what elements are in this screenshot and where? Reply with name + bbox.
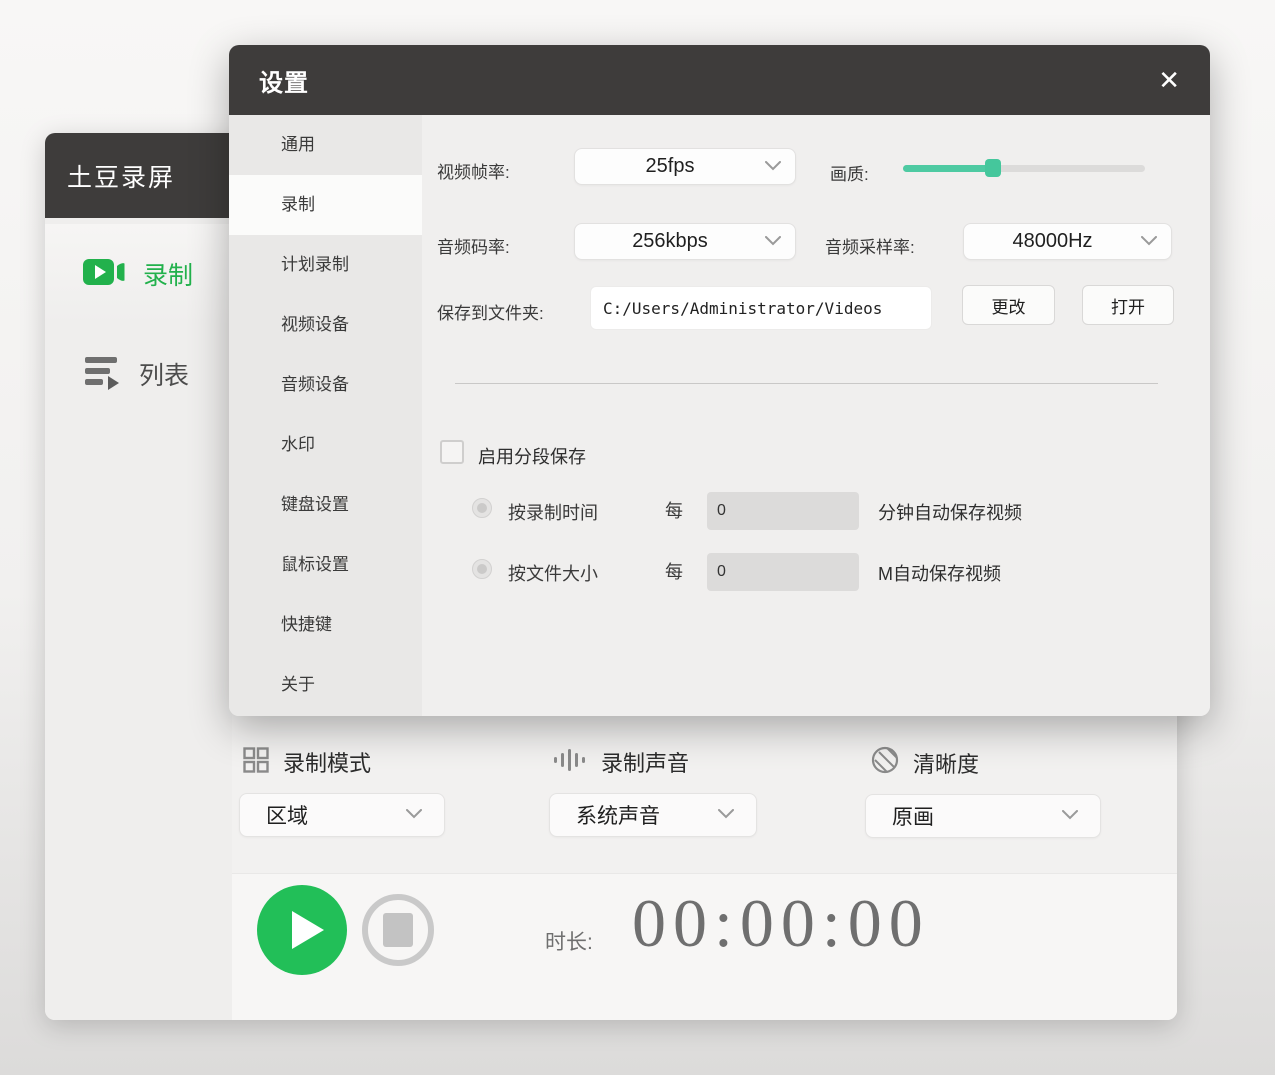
by-time-suffix: 分钟自动保存视频 (878, 499, 1022, 525)
segment-save-label: 启用分段保存 (478, 443, 586, 469)
tab-键盘设置[interactable]: 键盘设置 (229, 475, 422, 535)
change-folder-button[interactable]: 更改 (962, 285, 1055, 325)
chevron-down-icon (406, 806, 422, 824)
audio-bitrate-dropdown[interactable]: 256kbps (574, 223, 796, 260)
by-time-label: 按录制时间 (508, 499, 598, 525)
sample-rate-dropdown[interactable]: 48000Hz (963, 223, 1172, 260)
tab-快捷键[interactable]: 快捷键 (229, 595, 422, 655)
recording-mode-value: 区域 (266, 800, 308, 830)
clarity-group: 清晰度 原画 (871, 746, 1101, 838)
sample-rate-label: 音频采样率: (825, 233, 915, 258)
size-input[interactable] (707, 553, 859, 591)
recording-mode-label: 录制模式 (283, 746, 371, 778)
recording-sound-dropdown[interactable]: 系统声音 (549, 793, 757, 837)
tab-水印[interactable]: 水印 (229, 415, 422, 475)
chevron-down-icon (718, 806, 734, 824)
video-camera-icon (83, 254, 127, 295)
sidebar-item-record-label: 录制 (143, 256, 193, 292)
frame-rate-dropdown[interactable]: 25fps (574, 148, 796, 185)
duration-label: 时长: (545, 926, 593, 956)
clarity-dropdown[interactable]: 原画 (865, 794, 1101, 838)
divider (455, 383, 1158, 384)
tab-关于[interactable]: 关于 (229, 655, 422, 715)
save-folder-input[interactable] (590, 286, 932, 330)
by-size-label: 按文件大小 (508, 560, 598, 586)
app-title: 土豆录屏 (45, 133, 232, 218)
frame-rate-value: 25fps (575, 155, 765, 178)
stop-icon (383, 913, 413, 947)
waveform-icon (553, 747, 587, 778)
tab-录制[interactable]: 录制 (229, 175, 422, 235)
chevron-down-icon (765, 233, 781, 251)
by-size-suffix: M自动保存视频 (878, 560, 1001, 586)
recording-sound-group: 录制声音 系统声音 (553, 746, 757, 837)
sample-rate-value: 48000Hz (964, 230, 1141, 253)
settings-content: 视频帧率: 25fps 画质: 音频码率: 256kbps 音 (422, 115, 1210, 716)
chevron-down-icon (765, 158, 781, 176)
contrast-circle-icon (871, 746, 899, 779)
frame-rate-label: 视频帧率: (437, 158, 510, 183)
settings-titlebar: 设置 ✕ (229, 45, 1210, 115)
open-folder-button[interactable]: 打开 (1082, 285, 1174, 325)
settings-title: 设置 (259, 63, 309, 98)
save-folder-label: 保存到文件夹: (437, 299, 544, 324)
dialog-tabs: 通用录制计划录制视频设备音频设备水印键盘设置鼠标设置快捷键关于 (229, 115, 422, 716)
tab-音频设备[interactable]: 音频设备 (229, 355, 422, 415)
record-control-bar: 时长: 00:00:00 (232, 873, 1177, 1020)
sidebar-item-list-label: 列表 (139, 356, 189, 392)
quality-slider-fill (903, 165, 993, 172)
quality-label: 画质: (830, 160, 869, 185)
quality-slider[interactable] (903, 159, 1145, 177)
tab-视频设备[interactable]: 视频设备 (229, 295, 422, 355)
by-time-radio[interactable] (472, 498, 492, 518)
recording-sound-label: 录制声音 (601, 746, 689, 778)
audio-bitrate-label: 音频码率: (437, 233, 510, 258)
minutes-input[interactable] (707, 492, 859, 530)
clarity-label: 清晰度 (913, 747, 979, 779)
chevron-down-icon (1062, 807, 1078, 825)
tab-计划录制[interactable]: 计划录制 (229, 235, 422, 295)
recording-sound-value: 系统声音 (576, 800, 660, 830)
segment-save-checkbox[interactable] (440, 440, 464, 464)
every-label-size: 每 (665, 558, 683, 584)
start-recording-button[interactable] (257, 885, 347, 975)
chevron-down-icon (1141, 233, 1157, 251)
stop-recording-button[interactable] (362, 894, 434, 966)
every-label-time: 每 (665, 497, 683, 523)
tab-通用[interactable]: 通用 (229, 115, 422, 175)
sidebar-item-record[interactable]: 录制 (45, 224, 232, 324)
duration-value: 00:00:00 (632, 884, 930, 963)
tab-鼠标设置[interactable]: 鼠标设置 (229, 535, 422, 595)
by-size-radio[interactable] (472, 559, 492, 579)
grid-icon (243, 747, 269, 778)
close-icon[interactable]: ✕ (1158, 67, 1180, 93)
sidebar-item-list[interactable]: 列表 (45, 324, 232, 424)
list-icon (83, 354, 123, 395)
app-sidebar: 土豆录屏 录制 列表 (45, 133, 232, 1020)
audio-bitrate-value: 256kbps (575, 230, 765, 253)
recording-mode-dropdown[interactable]: 区域 (239, 793, 445, 837)
settings-dialog: 设置 ✕ 通用录制计划录制视频设备音频设备水印键盘设置鼠标设置快捷键关于 视频帧… (229, 45, 1210, 716)
quality-slider-thumb[interactable] (985, 159, 1001, 177)
recording-mode-group: 录制模式 区域 (243, 746, 445, 837)
clarity-value: 原画 (892, 801, 934, 831)
